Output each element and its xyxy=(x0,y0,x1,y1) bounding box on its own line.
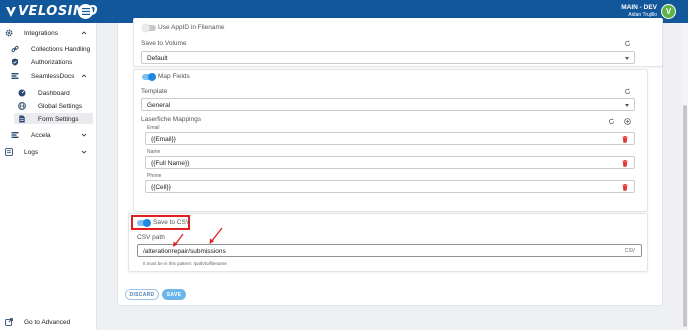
link-icon xyxy=(11,45,19,53)
document-icon xyxy=(18,115,26,123)
sidebar-item-integrations[interactable]: Integrations xyxy=(0,27,97,39)
go-to-advanced-label: Go to Advanced xyxy=(24,319,71,326)
page-scrollbar-thumb[interactable] xyxy=(683,105,687,327)
sidebar-item-seamlessdocs[interactable]: SeamlessDocs xyxy=(0,70,97,82)
sidebar-item-label: Integrations xyxy=(24,29,58,37)
sidebar-item-collections-handling[interactable]: Collections Handling xyxy=(0,43,97,55)
sidebar-item-label: Collections Handling xyxy=(31,45,91,53)
discard-button[interactable]: DISCARD xyxy=(125,289,159,300)
save-to-csv-label: Save to CSV xyxy=(153,219,191,226)
refresh-icon[interactable] xyxy=(608,118,615,125)
sidebar-item-logs[interactable]: Logs xyxy=(0,146,97,158)
map-fields-toggle[interactable] xyxy=(142,73,156,81)
sidebar-item-global-settings[interactable]: Global Settings xyxy=(0,100,97,112)
mapping-email-field[interactable]: {{Email}} xyxy=(145,132,635,145)
hamburger-menu-button[interactable] xyxy=(78,4,93,19)
environment-title: MAIN - DEV xyxy=(621,4,657,11)
save-button[interactable]: SAVE xyxy=(162,289,186,300)
external-link-icon xyxy=(5,318,13,326)
map-fields-label: Map Fields xyxy=(158,73,190,80)
logs-icon xyxy=(5,148,13,156)
trash-icon[interactable] xyxy=(622,136,628,143)
sidebar: Integrations Collections Handling Author… xyxy=(0,23,97,330)
chevron-down-icon[interactable] xyxy=(81,132,87,138)
csv-path-hint: It must be in this pattern: /path/to/fil… xyxy=(143,261,227,266)
sidebar-item-authorizations[interactable]: Authorizations xyxy=(0,56,97,68)
save-to-csv-toggle[interactable] xyxy=(137,219,151,227)
mapping-phone-field[interactable]: {{Cell}} xyxy=(145,180,635,193)
caret-down-icon xyxy=(625,57,629,60)
hamburger-icon xyxy=(81,8,90,15)
sidebar-item-form-settings[interactable]: Form Settings xyxy=(0,113,97,125)
gear-icon xyxy=(5,29,13,37)
go-to-advanced-link[interactable]: Go to Advanced xyxy=(0,316,97,328)
chevron-down-icon[interactable] xyxy=(81,149,87,155)
template-label: Template xyxy=(141,88,168,95)
chevron-up-icon[interactable] xyxy=(81,73,87,79)
use-appid-label: Use AppID in Filename xyxy=(158,24,225,31)
laserfiche-mappings-label: Laserfiche Mappings xyxy=(141,116,201,123)
sidebar-item-dashboard[interactable]: Dashboard xyxy=(0,87,97,99)
logo-chevron-icon xyxy=(6,6,16,17)
field-value: {{Cell}} xyxy=(151,184,171,191)
mapping-name-field[interactable]: {{Full Name}} xyxy=(145,156,635,169)
layers-icon xyxy=(11,72,19,80)
select-value: Default xyxy=(147,55,168,62)
field-value: {{Email}} xyxy=(151,136,176,143)
sidebar-item-label: Global Settings xyxy=(38,102,83,110)
sidebar-item-label: Accela xyxy=(31,131,51,139)
csv-suffix: CSV xyxy=(624,248,635,254)
layers-icon xyxy=(11,131,19,139)
csv-path-input[interactable]: /alterationrepair/submissions CSV xyxy=(137,244,642,257)
globe-icon xyxy=(18,102,26,110)
save-to-volume-select[interactable]: Default xyxy=(141,51,635,64)
add-circle-icon[interactable] xyxy=(624,118,631,125)
csv-path-label: CSV path xyxy=(137,234,165,241)
select-value: General xyxy=(147,102,171,109)
mapping-label: Phone xyxy=(147,173,162,179)
use-appid-toggle[interactable] xyxy=(142,24,156,32)
field-value: {{Full Name}} xyxy=(151,160,190,167)
environment-info[interactable]: MAIN - DEV Aidan Trujillo xyxy=(621,4,657,18)
trash-icon[interactable] xyxy=(622,160,628,167)
mapping-label: Email xyxy=(147,125,160,131)
dashboard-icon xyxy=(18,89,26,97)
avatar[interactable]: V xyxy=(661,4,676,19)
sidebar-item-label: SeamlessDocs xyxy=(31,72,75,80)
sidebar-item-label: Authorizations xyxy=(31,58,73,66)
template-select[interactable]: General xyxy=(141,98,635,111)
mapping-label: Name xyxy=(147,149,161,155)
sidebar-item-label: Logs xyxy=(24,148,39,156)
shield-icon xyxy=(11,58,19,66)
refresh-icon[interactable] xyxy=(624,88,631,95)
trash-icon[interactable] xyxy=(622,184,628,191)
refresh-icon[interactable] xyxy=(624,40,631,47)
sidebar-item-accela[interactable]: Accela xyxy=(0,129,97,141)
field-value: /alterationrepair/submissions xyxy=(143,248,226,255)
caret-down-icon xyxy=(625,104,629,107)
sidebar-item-label: Dashboard xyxy=(38,89,70,97)
chevron-up-icon[interactable] xyxy=(81,30,87,36)
sidebar-item-label: Form Settings xyxy=(38,115,79,123)
save-to-volume-label: Save to Volume xyxy=(141,40,187,47)
